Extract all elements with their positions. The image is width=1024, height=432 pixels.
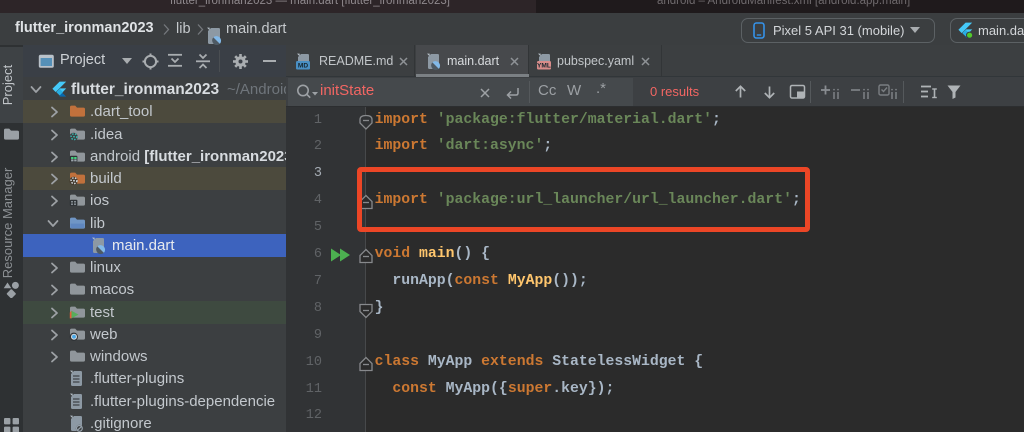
svg-text:YML: YML [537,63,551,70]
svg-text:MD: MD [298,63,308,70]
